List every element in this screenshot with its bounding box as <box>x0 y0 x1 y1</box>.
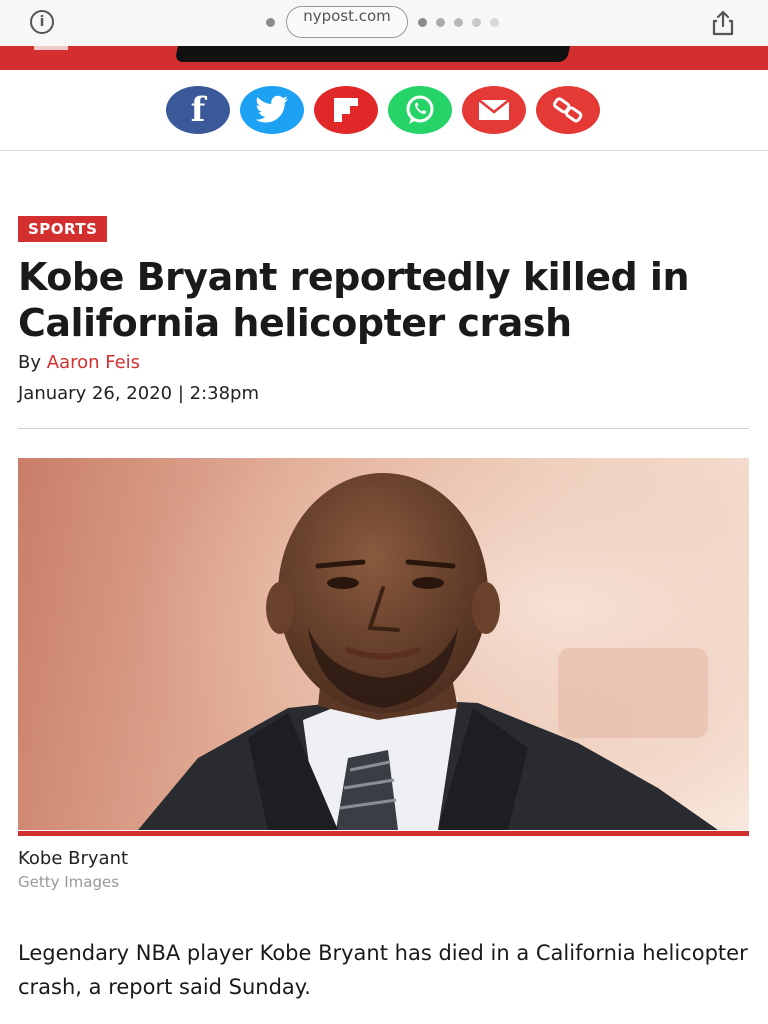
section-badge[interactable]: SPORTS <box>18 216 108 242</box>
facebook-icon: f <box>190 90 206 130</box>
menu-icon[interactable] <box>34 46 68 50</box>
browser-toolbar: i nypost.com <box>0 0 768 47</box>
article-lede: Legendary NBA player Kobe Bryant has die… <box>18 941 748 999</box>
site-logo[interactable] <box>174 46 574 62</box>
share-icon[interactable] <box>710 10 736 36</box>
whatsapp-share-button[interactable] <box>388 86 452 134</box>
page-dot <box>418 18 427 27</box>
publish-date: January 26, 2020 | 2:38pm <box>18 383 260 404</box>
page-dot <box>490 18 499 27</box>
divider <box>18 428 749 429</box>
social-share-bar: f <box>0 70 768 151</box>
info-icon[interactable]: i <box>30 10 54 34</box>
author-link[interactable]: Aaron Feis <box>47 352 140 373</box>
flipboard-icon <box>334 98 358 122</box>
link-icon <box>553 97 583 123</box>
page-dot <box>454 18 463 27</box>
article-headline: Kobe Bryant reportedly killed in Califor… <box>18 255 690 345</box>
portrait-illustration <box>18 458 749 830</box>
article-photo[interactable] <box>18 458 749 830</box>
masthead <box>0 46 768 70</box>
byline-prefix: By <box>18 352 42 373</box>
photo-credit: Getty Images <box>18 873 120 891</box>
photo-accent-bar <box>18 831 749 836</box>
email-share-button[interactable] <box>462 86 526 134</box>
twitter-share-button[interactable] <box>240 86 304 134</box>
page-dot <box>266 18 275 27</box>
photo-caption: Kobe Bryant <box>18 848 129 869</box>
twitter-icon <box>255 95 288 123</box>
email-icon <box>478 99 510 120</box>
whatsapp-icon <box>406 95 434 124</box>
page-dot <box>436 18 445 27</box>
flipboard-share-button[interactable] <box>314 86 378 134</box>
facebook-share-button[interactable]: f <box>166 86 230 134</box>
page-dot <box>472 18 481 27</box>
url-bar[interactable]: nypost.com <box>286 6 408 38</box>
byline: By Aaron Feis <box>18 352 140 373</box>
copy-link-button[interactable] <box>536 86 600 134</box>
